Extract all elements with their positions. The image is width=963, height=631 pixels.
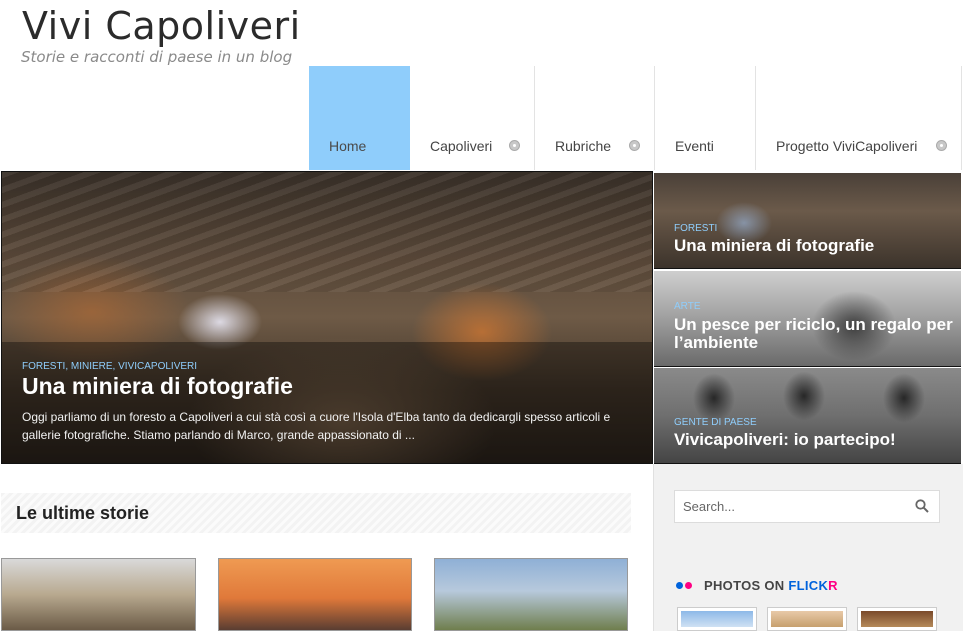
side-story[interactable]: ARTE Un pesce per riciclo, un regalo per… <box>654 271 961 367</box>
flickr-title-prefix: PHOTOS ON <box>704 578 789 593</box>
nav-item-label: Rubriche <box>555 138 612 154</box>
nav-item-label: Eventi <box>675 138 714 154</box>
nav-item-label: Capoliveri <box>430 138 493 154</box>
nav-item-label: Home <box>329 138 367 154</box>
submenu-arrow-icon <box>629 140 640 151</box>
submenu-arrow-icon <box>936 140 947 151</box>
side-story-title[interactable]: Una miniera di fotografie <box>674 237 954 255</box>
flickr-icon <box>676 582 694 590</box>
search-icon[interactable] <box>915 499 929 513</box>
nav-item-home[interactable]: Home <box>309 66 410 170</box>
side-story-title[interactable]: Vivicapoliveri: io partecipo! <box>674 431 954 449</box>
flickr-brand-blue: FLICK <box>788 578 829 593</box>
nav-item-progetto[interactable]: Progetto ViviCapoliveri <box>756 66 962 170</box>
latest-stories-header: Le ultime storie <box>1 493 631 533</box>
side-story[interactable]: GENTE DI PAESE Vivicapoliveri: io partec… <box>654 368 961 464</box>
latest-stories-title: Le ultime storie <box>16 503 150 523</box>
flickr-photo[interactable] <box>857 607 937 631</box>
side-story-title[interactable]: Un pesce per riciclo, un regalo per l’am… <box>674 316 954 352</box>
story-thumbnail[interactable] <box>434 558 628 631</box>
site-title[interactable]: Vivi Capoliveri <box>22 4 301 48</box>
flickr-brand-pink: R <box>828 578 838 593</box>
featured-categories[interactable]: FORESTI, MINIERE, VIVICAPOLIVERI <box>22 361 197 372</box>
side-story[interactable]: FORESTI Una miniera di fotografie <box>654 173 961 269</box>
main-nav: Home Capoliveri Rubriche Eventi Progetto… <box>309 66 963 170</box>
featured-story[interactable]: FORESTI, MINIERE, VIVICAPOLIVERI Una min… <box>1 171 653 464</box>
flickr-widget-title: PHOTOS ON FLICKR <box>704 578 838 593</box>
side-story-category[interactable]: GENTE DI PAESE <box>674 417 757 428</box>
site-tagline: Storie e racconti di paese in un blog <box>21 48 293 66</box>
flickr-photo[interactable] <box>767 607 847 631</box>
nav-item-label: Progetto ViviCapoliveri <box>776 138 918 154</box>
story-thumbnail[interactable] <box>218 558 412 631</box>
nav-item-capoliveri[interactable]: Capoliveri <box>410 66 535 170</box>
side-story-category[interactable]: FORESTI <box>674 223 717 234</box>
flickr-photo[interactable] <box>677 607 757 631</box>
nav-item-eventi[interactable]: Eventi <box>655 66 756 170</box>
featured-image <box>2 172 652 292</box>
featured-excerpt: Oggi parliamo di un foresto a Capoliveri… <box>22 410 611 442</box>
nav-item-rubriche[interactable]: Rubriche <box>535 66 655 170</box>
search-input[interactable] <box>675 491 905 522</box>
story-thumbnail[interactable] <box>1 558 196 631</box>
search-box <box>674 490 940 523</box>
submenu-arrow-icon <box>509 140 520 151</box>
side-story-category[interactable]: ARTE <box>674 301 701 312</box>
featured-title[interactable]: Una miniera di fotografie <box>22 373 293 400</box>
